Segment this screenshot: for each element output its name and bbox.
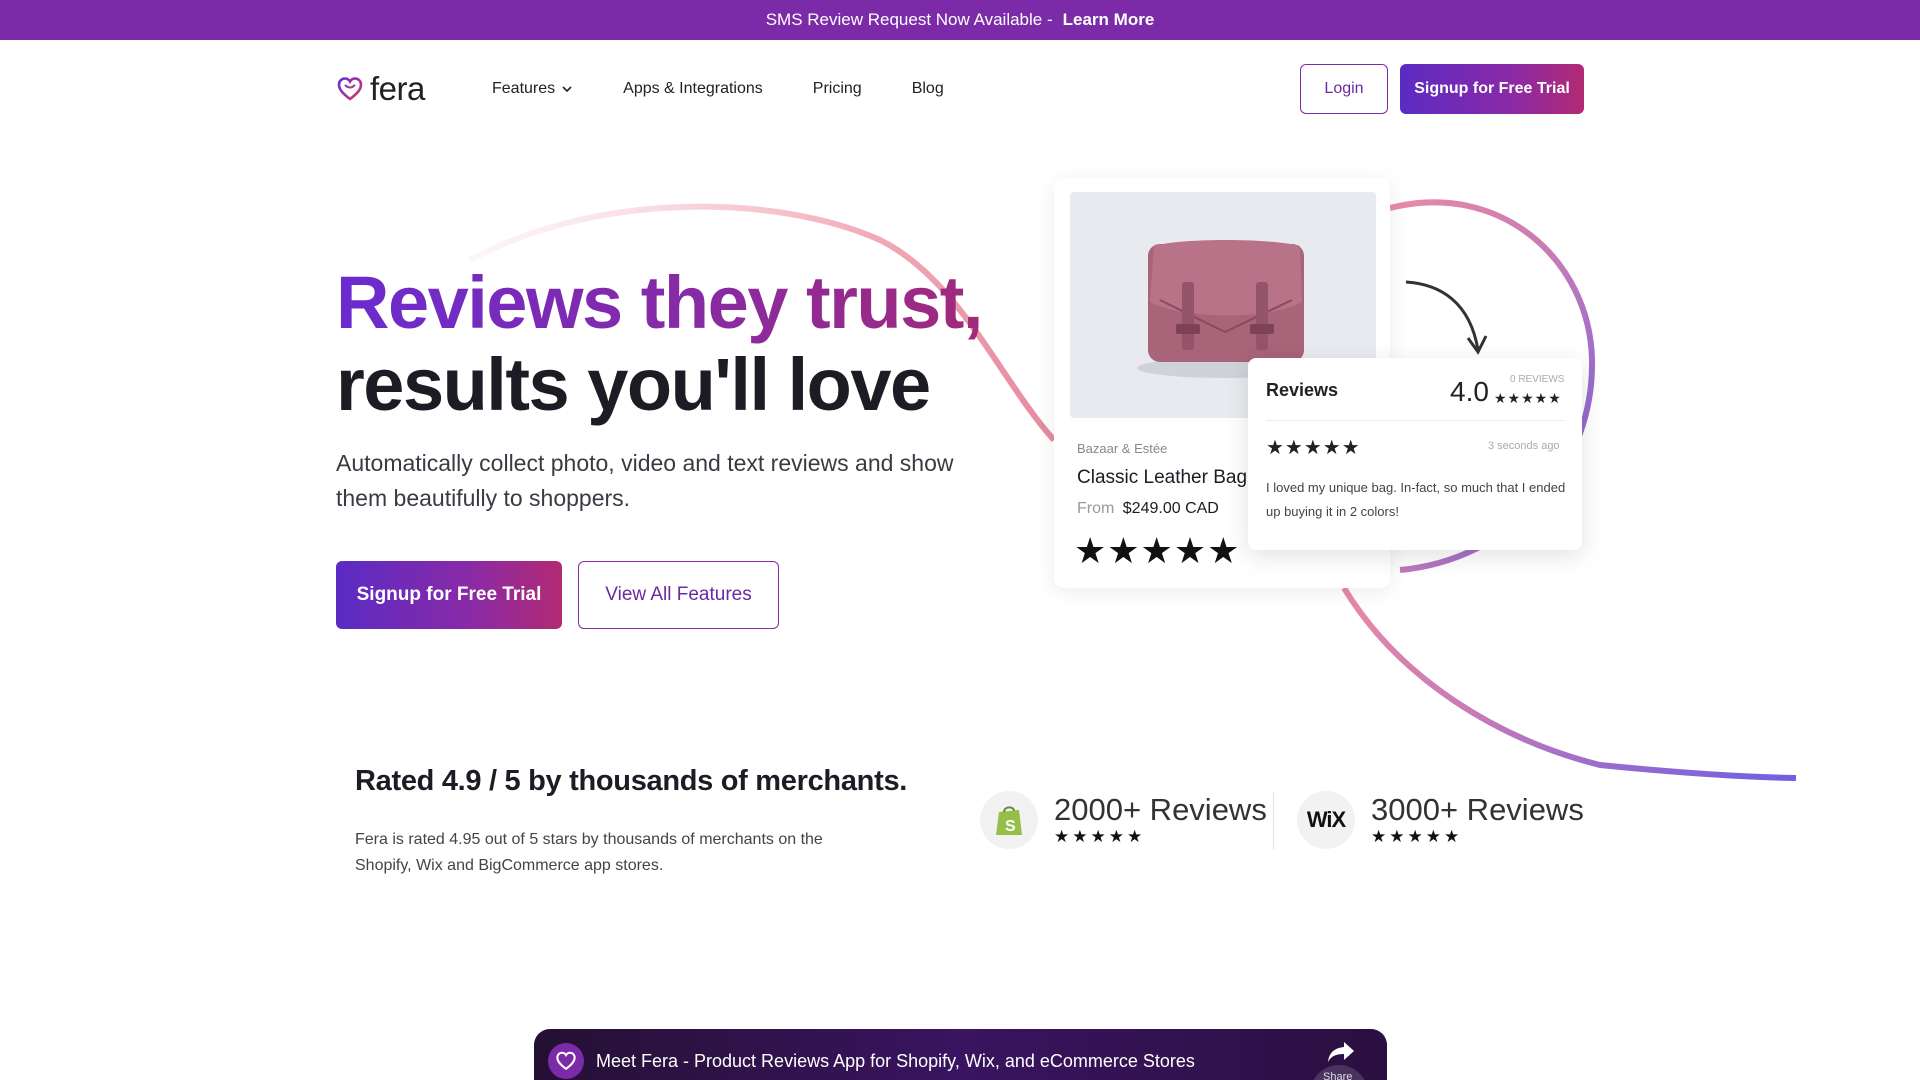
nav-item-label: Features [492,80,556,97]
login-button[interactable]: Login [1300,64,1388,114]
reviews-widget: Reviews 4.0 0 REVIEWS ★★★★★ ★★★★★ 3 seco… [1248,358,1582,550]
product-name[interactable]: Classic Leather Bag [1077,467,1247,489]
nav-item-pricing[interactable]: Pricing [813,80,862,98]
review-stars: ★★★★★ [1266,437,1361,459]
hero-subtitle: Automatically collect photo, video and t… [336,450,954,511]
product-star-rating: ★★★★★ [1074,530,1241,571]
heart-logo-icon [337,76,363,101]
wix-reviews-badge[interactable]: WiX 3000+ Reviews ★★★★★ [1297,791,1584,849]
shopify-logo: S [980,791,1038,849]
review-text: I loved my unique bag. In-fact, so much … [1266,480,1566,519]
learn-more-link[interactable]: Learn More [1063,10,1155,30]
product-price: From $249.00 CAD [1077,500,1219,518]
channel-avatar[interactable] [548,1043,584,1079]
hero-title-line1: Reviews they trust, [336,261,983,344]
shopify-badge-info: 2000+ Reviews ★★★★★ [1054,793,1267,847]
divider [1266,420,1564,421]
logo[interactable]: fera [336,72,425,105]
share-icon[interactable] [1326,1039,1356,1065]
reviews-score: 4.0 [1450,376,1489,407]
reviews-count: 0 REVIEWS [1510,374,1565,385]
badge-divider [1273,792,1274,850]
hero-signup-button[interactable]: Signup for Free Trial [336,561,562,629]
announcement-bar: SMS Review Request Now Available - Learn… [0,0,1920,40]
share-label: Share [1323,1071,1353,1080]
rated-description: Fera is rated 4.95 out of 5 stars by tho… [355,831,823,874]
heart-logo-icon [556,1051,576,1071]
rated-title: Rated 4.9 / 5 by thousands of merchants. [355,765,908,797]
price-prefix: From [1077,500,1115,517]
announcement-text: SMS Review Request Now Available - [765,10,1053,29]
nav-item-apps-integrations[interactable]: Apps & Integrations [623,80,763,98]
arrow-icon [1405,280,1488,355]
price-value: $249.00 CAD [1122,500,1219,517]
shopify-review-count: 2000+ Reviews [1054,792,1267,827]
nav-item-features[interactable]: Features [492,80,573,98]
video-player[interactable]: Meet Fera - Product Reviews App for Shop… [534,1029,1387,1080]
shopify-stars: ★★★★★ [1054,827,1146,846]
review-time: 3 seconds ago [1488,440,1560,452]
reviews-mini-stars: ★★★★★ [1494,390,1562,406]
wix-logo-text: WiX [1306,807,1346,832]
wix-stars: ★★★★★ [1371,827,1463,846]
wix-badge-info: 3000+ Reviews ★★★★★ [1371,793,1584,847]
video-title[interactable]: Meet Fera - Product Reviews App for Shop… [596,1051,1195,1072]
decorative-curves [468,199,1797,781]
signup-button[interactable]: Signup for Free Trial [1400,64,1584,114]
wix-logo: WiX [1297,791,1355,849]
site-header: fera Features Apps & Integrations Pricin… [0,40,1920,138]
nav-item-blog[interactable]: Blog [912,80,944,98]
logo-text: fera [370,70,425,107]
hero-title: Reviews they trust, results you'll love [336,261,983,426]
wix-review-count: 3000+ Reviews [1371,792,1584,827]
shopify-icon: S [996,806,1022,835]
hero-title-line2: results you'll love [336,343,931,426]
nav-item-label: Apps & Integrations [623,80,763,97]
nav-item-label: Pricing [812,80,862,97]
chevron-down-icon [562,86,572,93]
main-nav: Features Apps & Integrations Pricing Blo… [492,80,944,98]
svg-text:S: S [1005,818,1016,835]
product-brand: Bazaar & Estée [1077,441,1168,456]
nav-item-label: Blog [911,80,944,97]
view-all-features-button[interactable]: View All Features [578,561,779,629]
shopify-reviews-badge[interactable]: S 2000+ Reviews ★★★★★ [980,791,1267,849]
reviews-widget-title: Reviews [1266,380,1339,400]
